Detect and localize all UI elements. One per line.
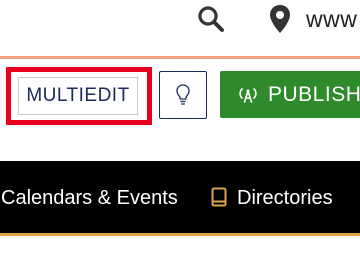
nav-item-calendars-events[interactable]: Calendars & Events [1,187,178,210]
publish-label: PUBLISH [268,82,360,106]
page-content-area [0,236,360,280]
url-text[interactable]: www [306,6,357,33]
lightbulb-icon [176,84,190,105]
broadcast-icon [239,87,257,103]
nav-item-directories[interactable]: Directories [237,187,333,210]
map-pin-icon[interactable] [268,4,292,34]
multiedit-label: MULTIEDIT [26,85,130,106]
tip-button[interactable] [159,71,207,119]
search-icon[interactable] [197,5,225,33]
site-header: www [0,0,360,58]
multiedit-button[interactable]: MULTIEDIT [6,67,152,125]
main-nav: Calendars & Events Directories [0,161,360,233]
edit-toolbar: MULTIEDIT PUBLISH [0,59,360,135]
publish-button[interactable]: PUBLISH [220,71,360,118]
book-icon [211,187,227,207]
multiedit-inner-frame[interactable]: MULTIEDIT [18,77,138,115]
